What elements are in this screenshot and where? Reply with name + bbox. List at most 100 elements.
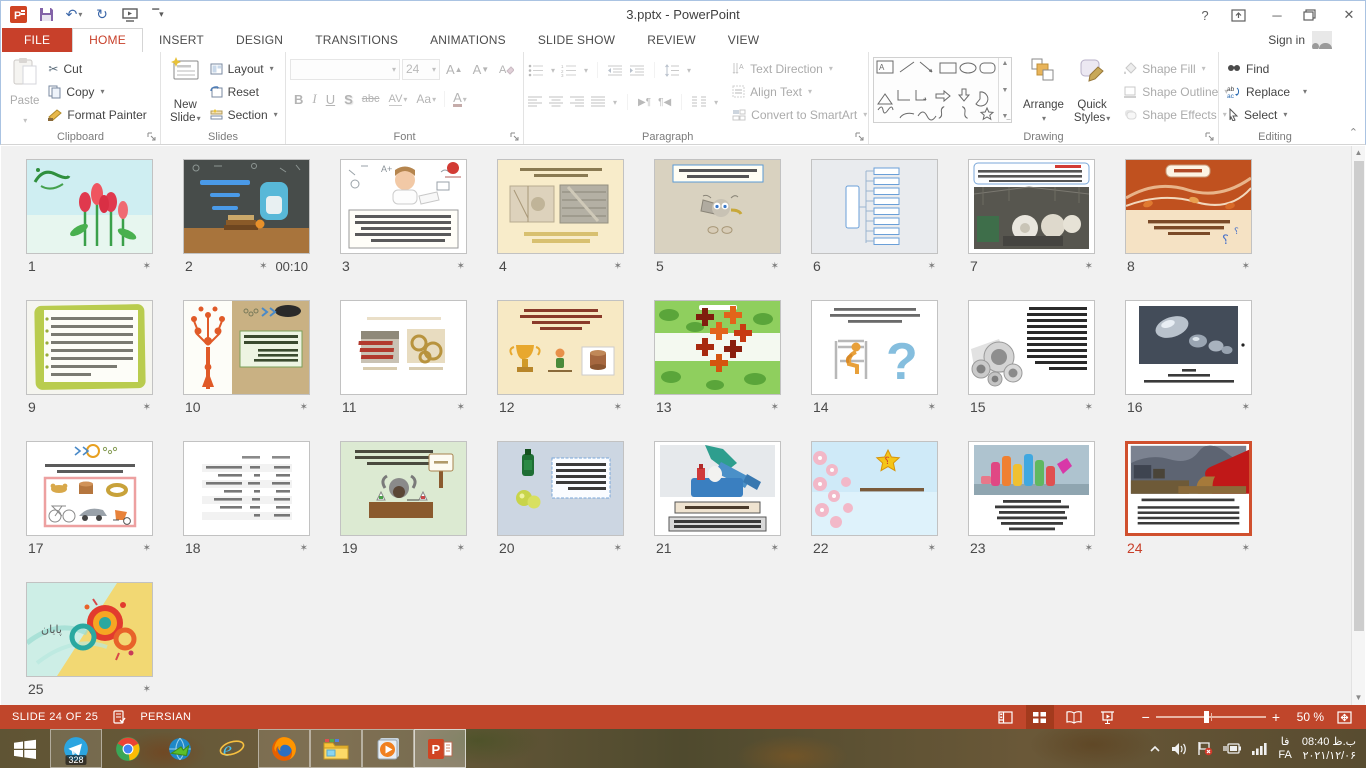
tab-animations[interactable]: ANIMATIONS — [414, 29, 522, 52]
slide-11-thumbnail[interactable] — [340, 300, 467, 395]
shape-fill-button[interactable]: Shape Fill▾ — [1119, 57, 1232, 80]
slide-5-thumbnail[interactable] — [654, 159, 781, 254]
zoom-percentage[interactable]: 50 % — [1286, 710, 1324, 724]
align-text-button[interactable]: Align Text▾ — [728, 80, 871, 103]
align-left-button[interactable] — [528, 96, 542, 108]
language-indicator[interactable]: PERSIAN — [140, 711, 191, 723]
quick-styles-button[interactable]: QuickStyles▾ — [1069, 55, 1115, 127]
layout-button[interactable]: Layout▾ — [206, 57, 282, 80]
volume-icon[interactable] — [1171, 742, 1187, 756]
zoom-in-button[interactable]: + — [1272, 709, 1280, 725]
font-color-button[interactable]: A▾ — [449, 88, 471, 110]
tab-home[interactable]: HOME — [72, 28, 143, 52]
tab-file[interactable]: FILE — [2, 28, 72, 52]
tab-slideshow[interactable]: SLIDE SHOW — [522, 29, 631, 52]
taskbar-powerpoint-button[interactable]: P — [414, 729, 466, 768]
slide-9-thumbnail[interactable] — [26, 300, 153, 395]
normal-view-button[interactable] — [992, 705, 1020, 729]
input-language-indicator[interactable]: فاFA — [1278, 736, 1291, 762]
tab-insert[interactable]: INSERT — [143, 29, 220, 52]
tab-view[interactable]: VIEW — [712, 29, 775, 52]
spell-check-icon[interactable] — [112, 710, 126, 724]
help-button[interactable]: ? — [1195, 8, 1215, 23]
slide-7-thumbnail[interactable] — [968, 159, 1095, 254]
find-button[interactable]: Find — [1223, 57, 1327, 80]
character-spacing-button[interactable]: AV▾ — [385, 88, 412, 110]
slide-12-thumbnail[interactable] — [497, 300, 624, 395]
arrange-button[interactable]: Arrange▾ — [1018, 55, 1069, 127]
justify-button[interactable] — [591, 96, 605, 108]
reset-button[interactable]: Reset — [206, 80, 282, 103]
slide-20-thumbnail[interactable] — [497, 441, 624, 536]
vertical-scrollbar[interactable]: ▲ ▼ — [1351, 146, 1365, 705]
slide-23-thumbnail[interactable] — [968, 441, 1095, 536]
tab-transitions[interactable]: TRANSITIONS — [299, 29, 414, 52]
scroll-down-arrow[interactable]: ▼ — [1352, 691, 1365, 705]
align-center-button[interactable] — [549, 96, 563, 108]
font-size-combo[interactable]: 24▾ — [402, 59, 440, 80]
align-right-button[interactable] — [570, 96, 584, 108]
slide-24-thumbnail-selected[interactable] — [1125, 441, 1252, 536]
slide-21-thumbnail[interactable] — [654, 441, 781, 536]
text-shadow-button[interactable]: S — [340, 88, 357, 110]
slide-15-thumbnail[interactable] — [968, 300, 1095, 395]
new-slide-button[interactable]: NewSlide▾ — [165, 55, 206, 127]
close-button[interactable]: ✕ — [1339, 7, 1359, 23]
text-direction-button[interactable]: A Text Direction▾ — [728, 57, 871, 80]
increase-indent-button[interactable] — [629, 64, 645, 77]
italic-button[interactable]: I — [308, 88, 320, 110]
start-button[interactable] — [0, 729, 50, 768]
clipboard-dialog-launcher[interactable] — [147, 132, 157, 142]
section-button[interactable]: Section▾ — [206, 103, 282, 126]
slide-sorter-area[interactable]: 1✶ 2✶00:10 — [1, 146, 1351, 705]
slide-sorter-view-button[interactable] — [1026, 705, 1054, 729]
hidden-icons-arrow[interactable] — [1149, 745, 1161, 753]
fit-slide-to-window-button[interactable] — [1330, 705, 1358, 729]
slide-3-thumbnail[interactable]: A+ — [340, 159, 467, 254]
paste-button[interactable]: Paste▾ — [5, 55, 44, 127]
grow-font-button[interactable]: A▲ — [442, 58, 467, 80]
select-button[interactable]: Select▾ — [1223, 103, 1327, 126]
slide-10-thumbnail[interactable] — [183, 300, 310, 395]
restore-button[interactable] — [1303, 9, 1323, 21]
strikethrough-button[interactable]: abc — [358, 88, 384, 110]
slide-17-thumbnail[interactable] — [26, 441, 153, 536]
tab-design[interactable]: DESIGN — [220, 29, 299, 52]
scroll-up-arrow[interactable]: ▲ — [1352, 146, 1365, 160]
scrollbar-thumb[interactable] — [1354, 161, 1364, 631]
slide-14-thumbnail[interactable]: ? — [811, 300, 938, 395]
paragraph-dialog-launcher[interactable] — [855, 132, 865, 142]
change-case-button[interactable]: Aa▾ — [412, 88, 440, 110]
format-painter-button[interactable]: Format Painter — [44, 103, 150, 126]
shapes-gallery[interactable]: A — [873, 57, 1012, 123]
columns-button[interactable] — [692, 96, 706, 108]
taskbar-media-player-button[interactable] — [362, 729, 414, 768]
slide-25-thumbnail[interactable]: پایان — [26, 582, 153, 677]
rtl-direction-button[interactable]: ▶¶ — [638, 97, 651, 108]
taskbar-clock[interactable]: ب.ظ 08:40 ۲۰۲۱/۱۲/۰۶ — [1302, 735, 1356, 763]
taskbar-idm-button[interactable] — [154, 729, 206, 768]
taskbar-ie-button[interactable]: e — [206, 729, 258, 768]
zoom-slider[interactable]: − + — [1142, 709, 1280, 725]
slide-4-thumbnail[interactable] — [497, 159, 624, 254]
battery-icon[interactable] — [1223, 742, 1241, 755]
taskbar-firefox-button[interactable] — [258, 729, 310, 768]
ltr-direction-button[interactable]: ¶◀ — [658, 97, 671, 108]
zoom-out-button[interactable]: − — [1142, 709, 1150, 725]
sign-in-area[interactable]: Sign in — [1268, 31, 1332, 49]
slide-22-thumbnail[interactable]: ؟ — [811, 441, 938, 536]
taskbar-telegram-button[interactable]: 328 — [50, 729, 102, 768]
copy-button[interactable]: Copy▾ — [44, 80, 150, 103]
taskbar-chrome-button[interactable] — [102, 729, 154, 768]
taskbar-file-explorer-button[interactable] — [310, 729, 362, 768]
decrease-indent-button[interactable] — [607, 64, 623, 77]
shape-outline-button[interactable]: Shape Outline▾ — [1119, 80, 1232, 103]
minimize-button[interactable]: ─ — [1267, 8, 1287, 23]
slide-2-thumbnail[interactable] — [183, 159, 310, 254]
shrink-font-button[interactable]: A▼ — [469, 58, 494, 80]
replace-button[interactable]: abac Replace▾ — [1223, 80, 1327, 103]
slide-19-thumbnail[interactable] — [340, 441, 467, 536]
network-signal-icon[interactable] — [1251, 742, 1268, 755]
action-center-flag-icon[interactable] — [1197, 741, 1213, 756]
bullets-button[interactable] — [528, 64, 544, 77]
